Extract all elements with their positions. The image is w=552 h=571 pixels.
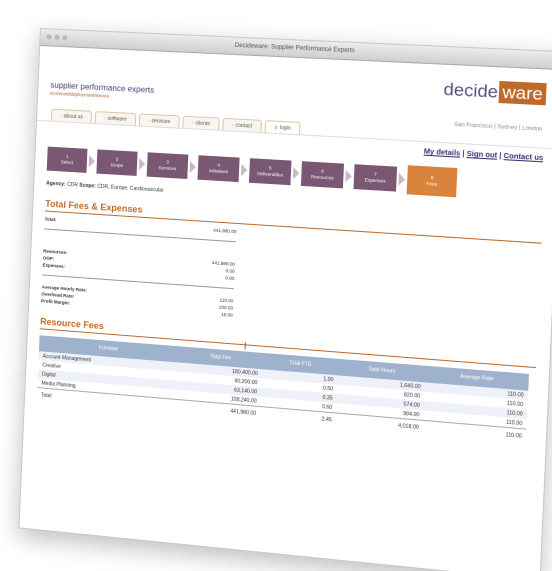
- agency-label: Agency:: [46, 180, 66, 188]
- step-label: Deliverables: [257, 170, 284, 178]
- bullet-icon: ◦: [231, 122, 234, 129]
- tab-contact[interactable]: ◦ contact: [222, 117, 262, 133]
- step-label: Scope: [110, 162, 124, 169]
- text-cursor-icon: I: [243, 341, 247, 353]
- step-label: Expenses: [364, 177, 386, 184]
- tab-clients[interactable]: ◦ clients: [182, 115, 220, 130]
- tab-about-us[interactable]: ◦ about us: [50, 108, 93, 123]
- step-select[interactable]: 1 Select: [46, 146, 88, 173]
- expenses-label: Expenses:: [42, 262, 66, 269]
- expenses-value: 0.00: [225, 275, 235, 282]
- step-services[interactable]: 3 Services: [146, 152, 189, 180]
- step-arrow-icon: [189, 160, 197, 174]
- step-label: Select: [60, 159, 74, 166]
- step-arrow-icon: [292, 166, 300, 180]
- tab-label: about us: [63, 113, 83, 121]
- tab-label: software: [107, 115, 127, 123]
- stage: Decideware: Supplier Performance Experts…: [0, 0, 552, 571]
- step-label: Services: [158, 165, 177, 172]
- scope-value: CDR, Europe, Cardiovascular: [97, 183, 164, 194]
- step-initiatives[interactable]: 4 Initiatives: [197, 155, 240, 183]
- contact-us-link[interactable]: Contact us: [503, 153, 543, 163]
- resources-value: 441,980.00: [211, 260, 236, 267]
- step-fees[interactable]: 8 Fees: [406, 165, 458, 198]
- close-dot-icon[interactable]: [46, 34, 52, 40]
- fees-summary: Total: 441,980.00 Resources: 441,980.00 OO…: [41, 215, 237, 318]
- bullet-icon: ◦: [147, 117, 150, 125]
- key-icon: ⚷: [273, 124, 278, 132]
- zoom-dot-icon[interactable]: [62, 35, 68, 41]
- total-value: 441,980.00: [213, 227, 237, 235]
- step-resources[interactable]: 6 Resources: [300, 161, 345, 189]
- link-separator: |: [462, 150, 465, 158]
- scope-label: Scope:: [79, 182, 97, 190]
- total-label: Total:: [44, 216, 57, 223]
- decideware-logo[interactable]: decide ware: [443, 79, 547, 106]
- step-arrow-icon: [345, 169, 353, 183]
- sign-out-link[interactable]: Sign out: [466, 151, 497, 160]
- tab-login[interactable]: ⚷ login: [264, 120, 301, 135]
- minimize-dot-icon[interactable]: [54, 34, 60, 40]
- tab-label: services: [151, 118, 171, 126]
- step-scope[interactable]: 2 Scope: [96, 149, 138, 176]
- bullet-icon: ◦: [103, 115, 106, 122]
- step-label: Initiatives: [208, 168, 229, 175]
- tab-label: clients: [195, 120, 211, 128]
- margin-value: 15.00: [220, 311, 233, 318]
- my-details-link[interactable]: My details: [424, 148, 461, 157]
- step-arrow-icon: [398, 173, 406, 186]
- step-expenses[interactable]: 7 Expenses: [353, 164, 398, 192]
- office-cities: San Francisco | Sydney | London: [453, 121, 543, 133]
- bullet-icon: ◦: [191, 120, 194, 127]
- tab-label: login: [279, 124, 291, 132]
- brand-block: supplier performance experts scorecard/d…: [50, 81, 154, 101]
- tab-label: contact: [235, 122, 253, 130]
- link-separator: |: [499, 152, 502, 161]
- tab-services[interactable]: ◦ services: [138, 113, 180, 128]
- logo-part2: ware: [498, 80, 547, 106]
- tab-software[interactable]: ◦ software: [94, 111, 136, 126]
- step-arrow-icon: [138, 157, 146, 171]
- agency-value: CDR: [66, 181, 78, 189]
- step-label: Resources: [310, 174, 334, 181]
- margin-label: Profit Margin:: [40, 298, 71, 306]
- step-arrow-icon: [240, 163, 248, 177]
- step-arrow-icon: [88, 154, 96, 168]
- step-deliverables[interactable]: 5 Deliverables: [248, 158, 292, 186]
- bullet-icon: ◦: [59, 113, 62, 120]
- browser-window: Decideware: Supplier Performance Experts…: [18, 28, 552, 571]
- window-title: Decideware: Supplier Performance Experts: [234, 42, 356, 55]
- logo-part1: decide: [443, 79, 499, 102]
- window-controls[interactable]: [46, 34, 68, 41]
